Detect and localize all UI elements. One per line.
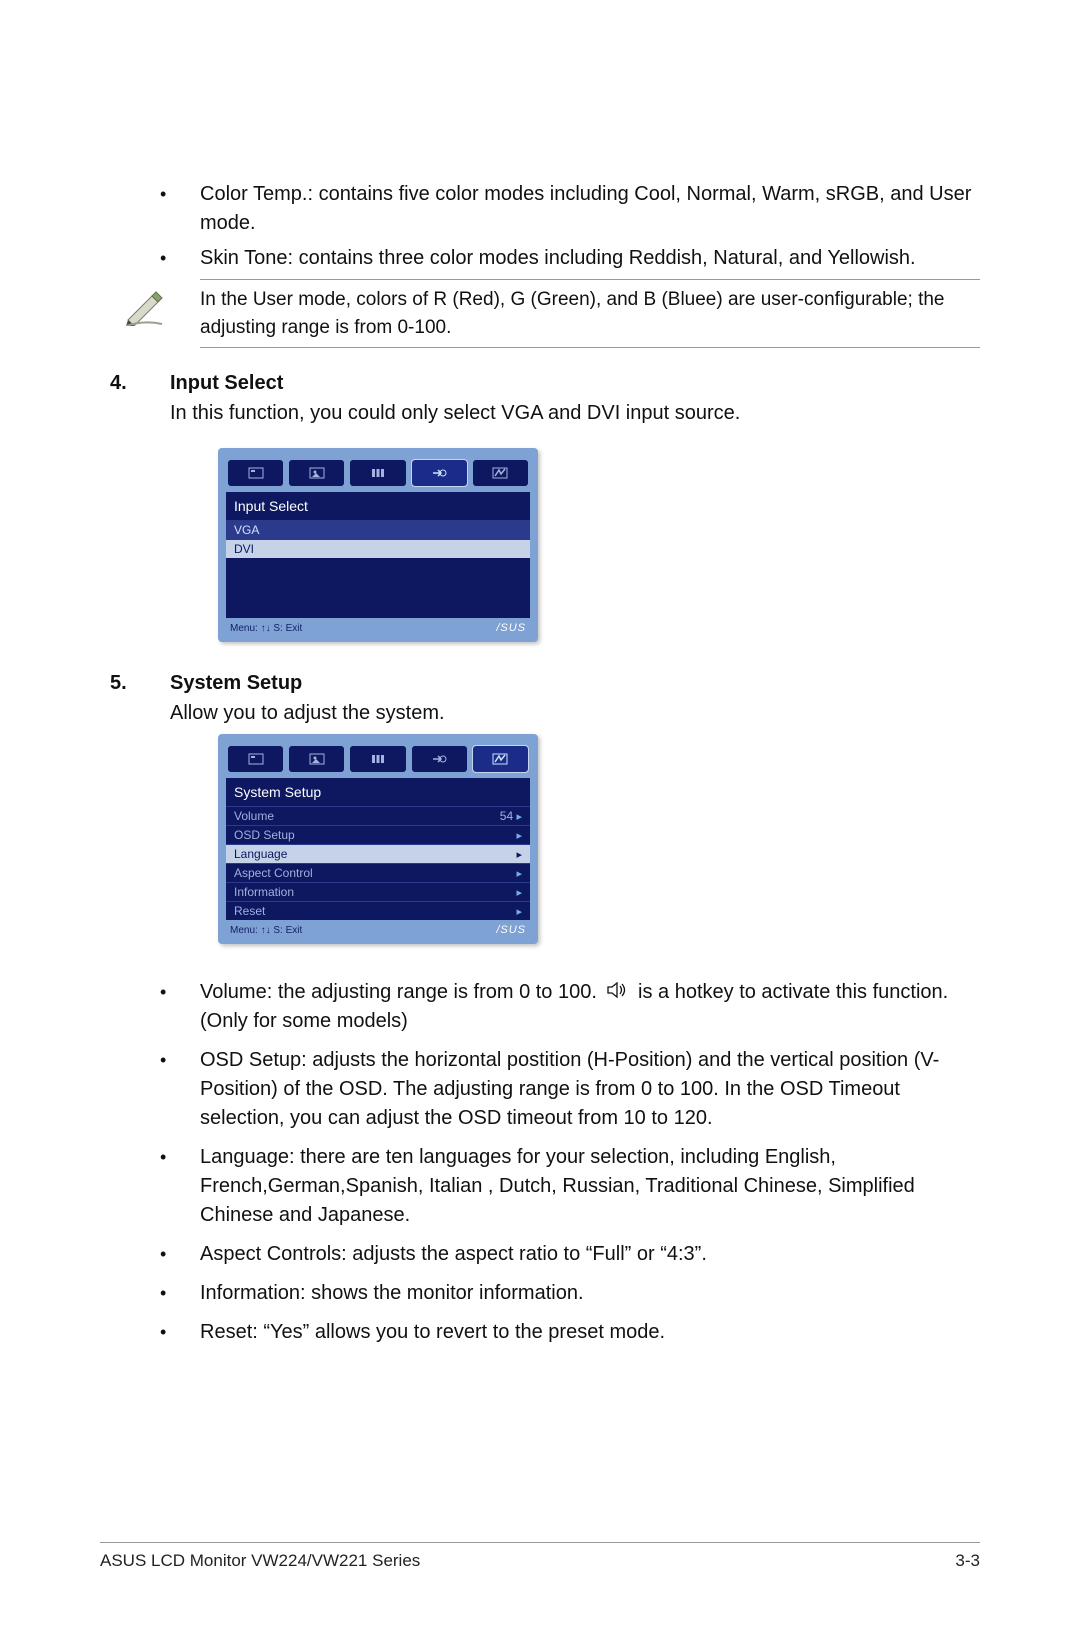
osd-item: OSD Setup ▸ bbox=[226, 825, 530, 844]
section-title: Input Select bbox=[170, 372, 283, 395]
footer-page-number: 3-3 bbox=[955, 1551, 980, 1571]
bullet-text-a: Volume: the adjusting range is from 0 to… bbox=[200, 981, 602, 1003]
asus-brand: /SUS bbox=[496, 924, 526, 936]
osd-item: Language ▸ bbox=[226, 844, 530, 863]
divider bbox=[200, 279, 980, 280]
bullet-row: • Reset: “Yes” allows you to revert to t… bbox=[110, 1318, 980, 1347]
osd-title: Input Select bbox=[226, 492, 530, 520]
bullet-icon: • bbox=[160, 1283, 166, 1303]
section-number: 4. bbox=[110, 372, 170, 395]
osd-footer: Menu: ↑↓ S: Exit /SUS bbox=[226, 618, 530, 634]
osd-item: VGA bbox=[226, 520, 530, 539]
bullet-text: Language: there are ten languages for yo… bbox=[200, 1143, 980, 1230]
osd-tab-color-icon bbox=[350, 746, 405, 772]
bullet-text: Skin Tone: contains three color modes in… bbox=[200, 244, 980, 273]
pencil-note-icon bbox=[110, 286, 200, 326]
bullet-icon: • bbox=[160, 1244, 166, 1264]
section-title: System Setup bbox=[170, 672, 302, 695]
osd-foot-hint: Menu: ↑↓ S: Exit bbox=[230, 925, 302, 936]
bullet-row: • Aspect Controls: adjusts the aspect ra… bbox=[110, 1240, 980, 1269]
osd-item-label: OSD Setup bbox=[234, 828, 295, 842]
bullet-icon: • bbox=[160, 1147, 166, 1167]
osd-tab-input-icon bbox=[412, 460, 467, 486]
footer-divider bbox=[100, 1542, 980, 1543]
section-heading: 5. System Setup bbox=[110, 672, 980, 695]
section-body: Allow you to adjust the system. bbox=[170, 699, 980, 728]
bullet-icon: • bbox=[160, 248, 166, 268]
osd-body: Volume 54 ▸ OSD Setup ▸ Language ▸ Aspec… bbox=[226, 806, 530, 920]
chevron-right-icon: ▸ bbox=[516, 848, 522, 861]
osd-item-value: 54 bbox=[500, 809, 513, 823]
footer-title: ASUS LCD Monitor VW224/VW221 Series bbox=[100, 1551, 420, 1571]
osd-tab-system-icon bbox=[473, 746, 528, 772]
osd-item: Aspect Control ▸ bbox=[226, 863, 530, 882]
bullet-text: Reset: “Yes” allows you to revert to the… bbox=[200, 1318, 980, 1347]
speaker-icon bbox=[606, 978, 628, 1007]
osd-foot-hint: Menu: ↑↓ S: Exit bbox=[230, 623, 302, 634]
bullet-row: • Color Temp.: contains five color modes… bbox=[110, 180, 980, 238]
osd-item-label: Information bbox=[234, 885, 294, 899]
bullet-text: OSD Setup: adjusts the horizontal postit… bbox=[200, 1046, 980, 1133]
osd-item-label: VGA bbox=[234, 523, 259, 537]
chevron-right-icon: ▸ bbox=[516, 867, 522, 880]
osd-item-label: Language bbox=[234, 847, 287, 861]
osd-body: VGA DVI bbox=[226, 520, 530, 618]
bullet-text: Information: shows the monitor informati… bbox=[200, 1279, 980, 1308]
chevron-right-icon: ▸ bbox=[516, 829, 522, 842]
osd-tab-image-icon bbox=[289, 460, 344, 486]
osd-screenshot-input-select: Input Select VGA DVI Menu: ↑↓ S: Exit /S… bbox=[218, 448, 980, 642]
osd-item-label: Aspect Control bbox=[234, 866, 313, 880]
divider bbox=[200, 347, 980, 348]
osd-item-label: Volume bbox=[234, 809, 274, 823]
bullet-text: Color Temp.: contains five color modes i… bbox=[200, 180, 980, 238]
osd-item: Volume 54 ▸ bbox=[226, 806, 530, 825]
document-page: • Color Temp.: contains five color modes… bbox=[0, 0, 1080, 1627]
section-body: In this function, you could only select … bbox=[170, 399, 980, 428]
osd-tabs bbox=[226, 742, 530, 778]
section-heading: 4. Input Select bbox=[110, 372, 980, 395]
osd-footer: Menu: ↑↓ S: Exit /SUS bbox=[226, 920, 530, 936]
chevron-right-icon: ▸ bbox=[516, 811, 522, 823]
osd-title: System Setup bbox=[226, 778, 530, 806]
osd-tab-color-icon bbox=[350, 460, 405, 486]
bullet-row: • Language: there are ten languages for … bbox=[110, 1143, 980, 1230]
bullet-text: Aspect Controls: adjusts the aspect rati… bbox=[200, 1240, 980, 1269]
bullet-text: Volume: the adjusting range is from 0 to… bbox=[200, 978, 980, 1036]
asus-brand: /SUS bbox=[496, 622, 526, 634]
note-text: In the User mode, colors of R (Red), G (… bbox=[200, 286, 980, 341]
bullet-icon: • bbox=[160, 1322, 166, 1342]
osd-tabs bbox=[226, 456, 530, 492]
bullet-icon: • bbox=[160, 1050, 166, 1070]
osd-tab-splendid-icon bbox=[228, 746, 283, 772]
osd-tab-splendid-icon bbox=[228, 460, 283, 486]
section-number: 5. bbox=[110, 672, 170, 695]
osd-item: Reset ▸ bbox=[226, 901, 530, 920]
osd-tab-system-icon bbox=[473, 460, 528, 486]
osd-item: Information ▸ bbox=[226, 882, 530, 901]
osd-item-label: DVI bbox=[234, 542, 254, 556]
bullet-row: • Skin Tone: contains three color modes … bbox=[110, 244, 980, 273]
note: In the User mode, colors of R (Red), G (… bbox=[110, 286, 980, 341]
page-footer: ASUS LCD Monitor VW224/VW221 Series 3-3 bbox=[100, 1551, 980, 1571]
osd-tab-image-icon bbox=[289, 746, 344, 772]
chevron-right-icon: ▸ bbox=[516, 905, 522, 918]
bullet-row: • OSD Setup: adjusts the horizontal post… bbox=[110, 1046, 980, 1133]
bullet-row: • Information: shows the monitor informa… bbox=[110, 1279, 980, 1308]
osd-item: DVI bbox=[226, 539, 530, 558]
bullet-icon: • bbox=[160, 184, 166, 204]
osd-item-label: Reset bbox=[234, 904, 265, 918]
chevron-right-icon: ▸ bbox=[516, 886, 522, 899]
osd-tab-input-icon bbox=[412, 746, 467, 772]
bullet-icon: • bbox=[160, 982, 166, 1002]
bullet-row: • Volume: the adjusting range is from 0 … bbox=[110, 978, 980, 1036]
osd-screenshot-system-setup: System Setup Volume 54 ▸ OSD Setup ▸ Lan… bbox=[218, 734, 980, 944]
